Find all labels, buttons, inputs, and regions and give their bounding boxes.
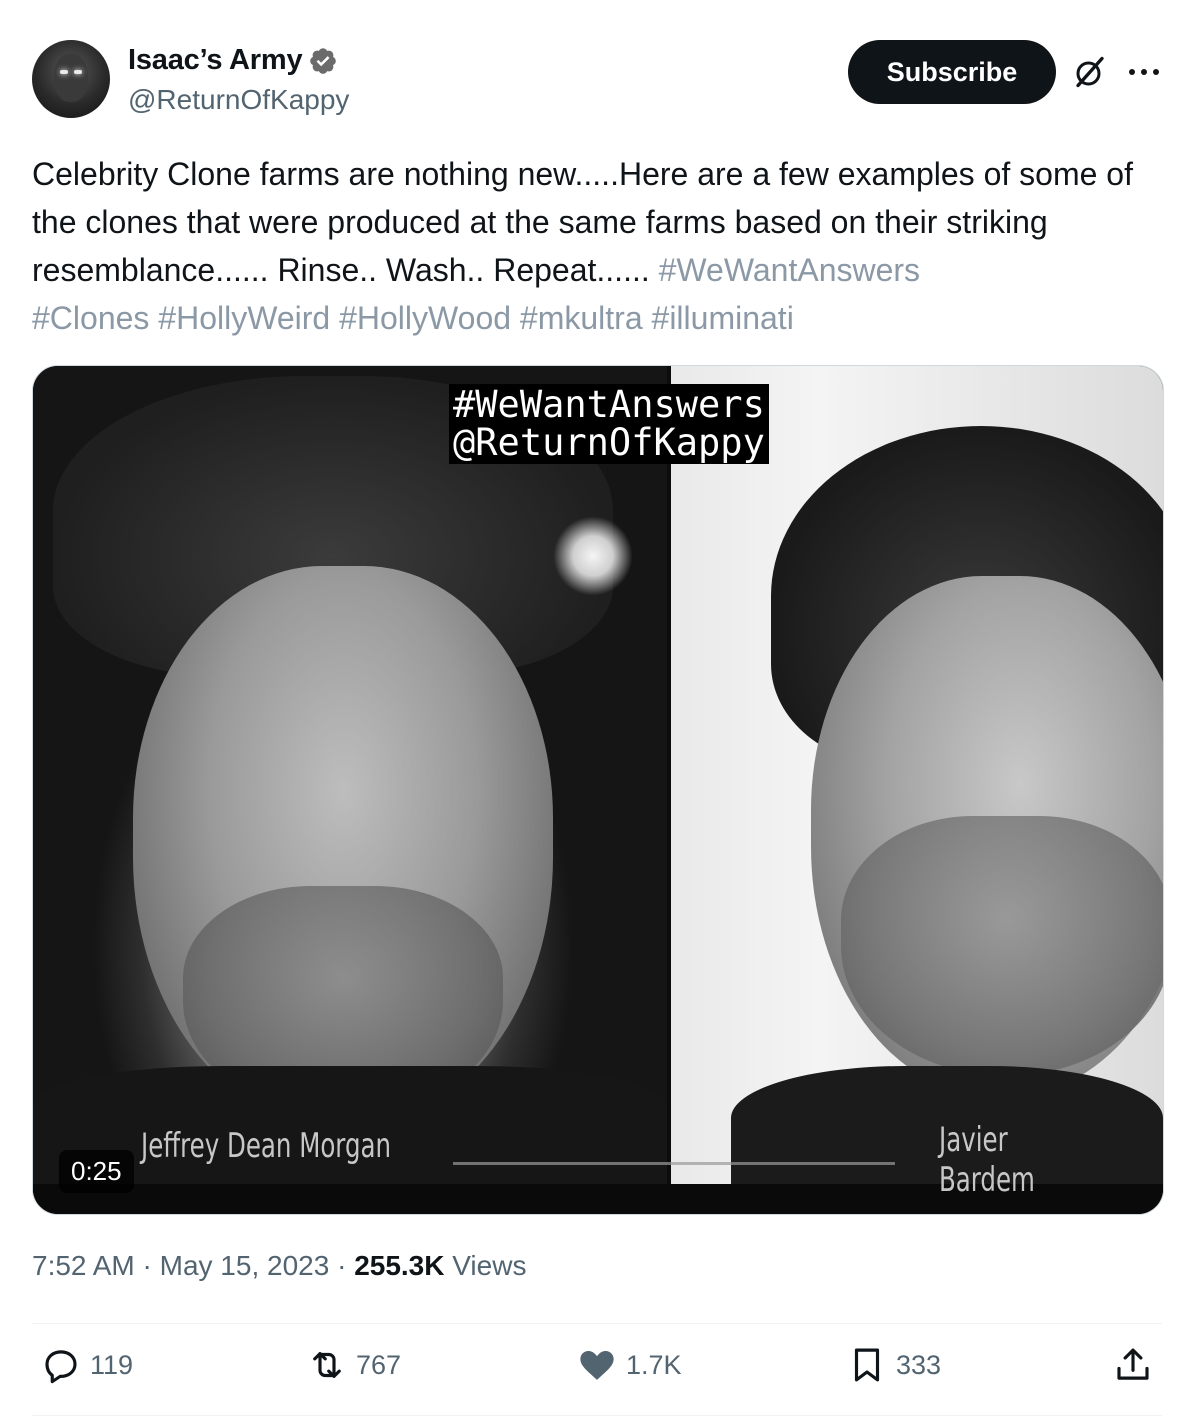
watermark-handle: @ReturnOfKappy	[453, 421, 765, 464]
video-duration-badge: 0:25	[59, 1150, 134, 1193]
hashtag-link[interactable]: #mkultra	[520, 300, 643, 336]
heart-icon	[580, 1351, 614, 1380]
hashtag-link[interactable]: #HollyWood	[339, 300, 511, 336]
video-watermark: #WeWantAnswers @ReturnOfKappy	[449, 384, 769, 464]
bookmark-count: 333	[896, 1349, 942, 1380]
reply-button[interactable]: 119	[40, 1344, 133, 1386]
avatar-eye-left	[60, 70, 68, 74]
subscribe-button[interactable]: Subscribe	[848, 40, 1056, 104]
video-frame-left-portrait	[33, 366, 667, 1196]
views-count: 255.3K	[354, 1250, 445, 1281]
repost-icon	[313, 1352, 341, 1378]
tweet-body-text: Celebrity Clone farms are nothing new...…	[32, 156, 1133, 288]
views-label: Views	[444, 1250, 527, 1281]
verified-badge-icon[interactable]	[308, 46, 338, 76]
avatar-eye-right	[74, 70, 82, 74]
author-display-name[interactable]: Isaac’s Army	[128, 44, 303, 77]
share-button[interactable]	[1112, 1344, 1162, 1386]
repost-count: 767	[356, 1349, 402, 1380]
repost-button[interactable]: 767	[306, 1344, 401, 1386]
bookmark-icon	[854, 1348, 880, 1382]
tweet-actions-bar: 119 767 1.7K 333	[0, 1344, 1194, 1400]
caption-left-name: Jeffrey Dean Morgan	[141, 1126, 392, 1166]
share-icon	[1117, 1348, 1149, 1380]
meta-separator: ·	[134, 1250, 160, 1281]
author-avatar[interactable]	[32, 40, 110, 118]
tweet-text: Celebrity Clone farms are nothing new...…	[32, 150, 1172, 342]
hashtag-link[interactable]: #HollyWeird	[158, 300, 330, 336]
author-handle[interactable]: @ReturnOfKappy	[128, 84, 349, 116]
portrait-beard	[841, 816, 1163, 1076]
hashtag-link[interactable]: #Clones	[32, 300, 149, 336]
bookmark-button[interactable]: 333	[846, 1344, 941, 1386]
background-light	[553, 516, 633, 596]
more-options-icon[interactable]	[1126, 58, 1162, 86]
divider	[32, 1323, 1162, 1324]
video-player[interactable]: #WeWantAnswers @ReturnOfKappy Jeffrey De…	[32, 365, 1164, 1215]
watermark-hashtag: #WeWantAnswers	[453, 383, 765, 426]
video-frame-right-portrait	[671, 366, 1163, 1196]
reply-icon	[45, 1350, 77, 1384]
hashtag-link[interactable]: #illuminati	[652, 300, 794, 336]
like-button[interactable]: 1.7K	[576, 1344, 682, 1386]
divider	[32, 1415, 1162, 1416]
reply-count: 119	[90, 1349, 134, 1380]
meta-separator: ·	[329, 1250, 355, 1281]
tweet-time[interactable]: 7:52 AM	[32, 1250, 135, 1281]
grok-icon[interactable]	[1072, 54, 1108, 90]
tweet-meta: 7:52 AM · May 15, 2023 · 255.3K Views	[32, 1250, 526, 1282]
caption-right-name: Javier Bardem	[939, 1120, 1035, 1200]
like-count: 1.7K	[626, 1349, 682, 1380]
author-name-row: Isaac’s Army	[128, 44, 338, 77]
hashtag-link[interactable]: #WeWantAnswers	[659, 252, 920, 288]
tweet-date[interactable]: May 15, 2023	[160, 1250, 330, 1281]
caption-underline	[453, 1162, 895, 1165]
avatar-face	[54, 54, 88, 102]
